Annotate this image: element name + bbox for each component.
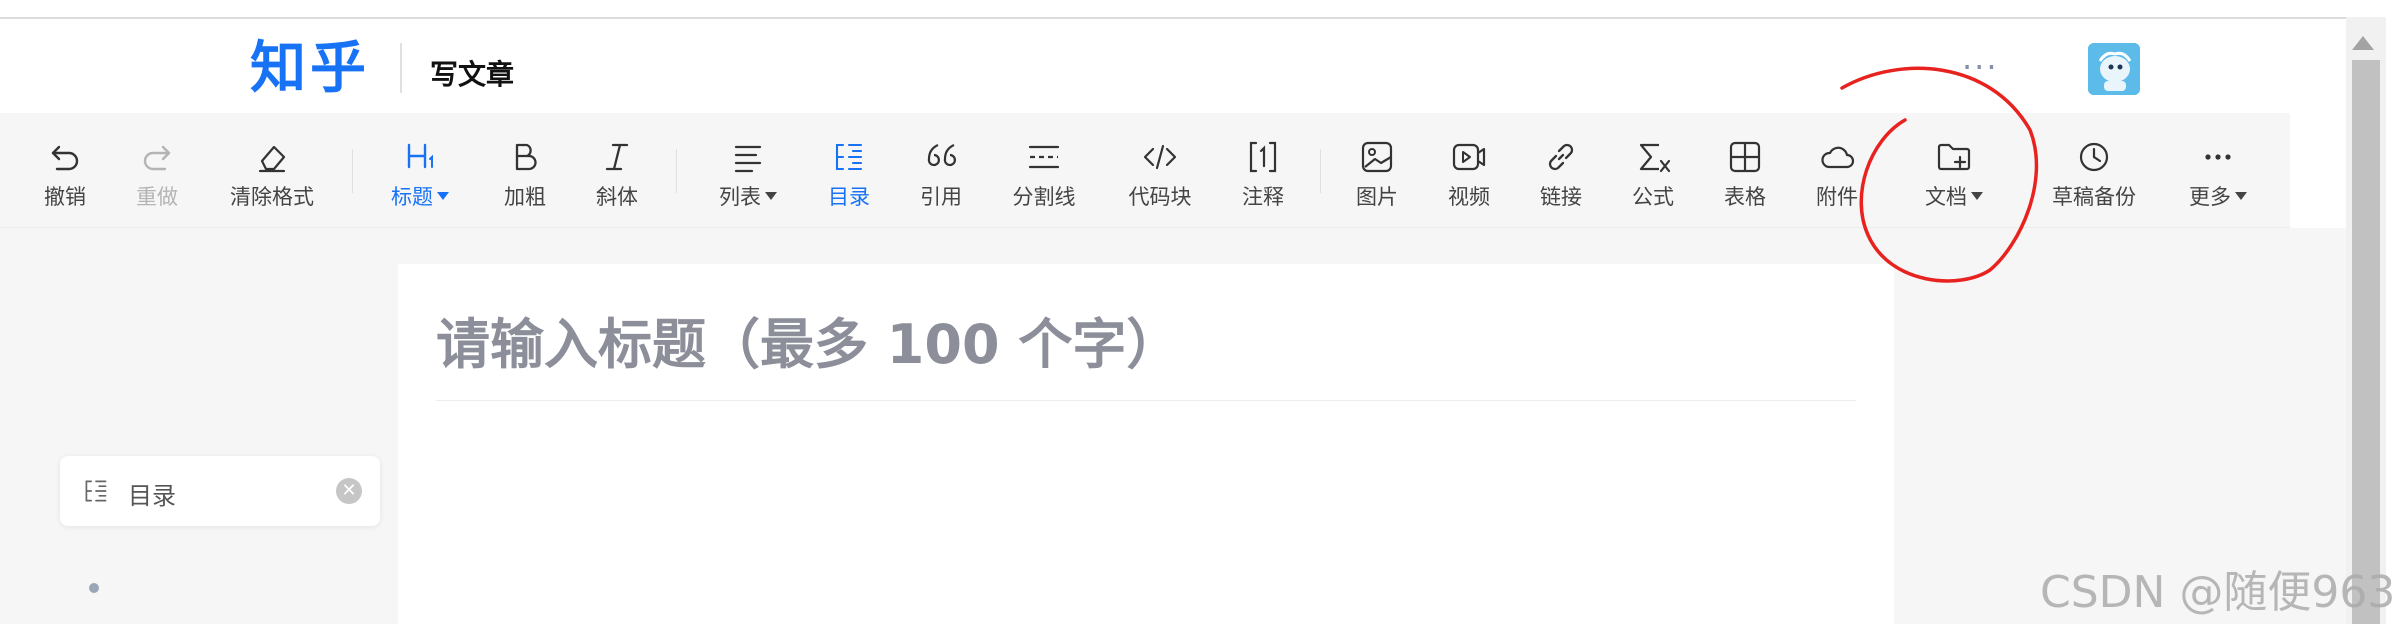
undo-button[interactable]: 撤销 [34, 113, 96, 227]
more-dropdown[interactable]: 更多 [2176, 113, 2260, 227]
quote-icon [927, 143, 956, 167]
list-label-text: 列表 [719, 185, 761, 209]
code-block-label: 代码块 [1128, 185, 1192, 209]
document-label-text: 文档 [1925, 185, 1967, 209]
more-label-text: 更多 [2189, 185, 2231, 209]
draft-backup-label: 草稿备份 [2052, 185, 2136, 209]
footnote-label: 注释 [1242, 185, 1284, 209]
code-icon [1143, 144, 1177, 170]
formula-sigma-icon [1639, 143, 1671, 173]
document-dropdown[interactable]: 文档 [1912, 113, 1996, 227]
toc-label: 目录 [828, 185, 870, 209]
video-icon [1452, 143, 1486, 171]
image-button[interactable]: 图片 [1346, 113, 1408, 227]
bold-button[interactable]: 加粗 [494, 113, 556, 227]
cloud-icon [1821, 146, 1855, 169]
undo-label: 撤销 [44, 185, 86, 209]
toolbar-separator [1320, 149, 1321, 193]
toolbar-separator [352, 149, 353, 193]
folder-plus-icon [1937, 143, 1971, 171]
caret-down-icon [2235, 192, 2247, 200]
watermark: CSDN @随便963 [2040, 567, 2396, 618]
list-label: 列表 [719, 181, 777, 211]
formula-button[interactable]: 公式 [1622, 113, 1684, 227]
attachment-label: 附件 [1816, 185, 1858, 209]
title-input[interactable]: 请输入标题（最多 100 个字） [436, 300, 1180, 379]
link-icon [1548, 143, 1574, 171]
divider-icon [1028, 145, 1060, 169]
video-label: 视频 [1448, 185, 1490, 209]
avatar[interactable] [2088, 43, 2140, 95]
list-dropdown[interactable]: 列表 [706, 113, 790, 227]
draft-backup-button[interactable]: 草稿备份 [2044, 113, 2144, 227]
link-button[interactable]: 链接 [1530, 113, 1592, 227]
undo-icon [51, 145, 79, 171]
attachment-button[interactable]: 附件 [1806, 113, 1868, 227]
quote-button[interactable]: 引用 [910, 113, 972, 227]
editor-toolbar: 撤销 重做 清除格式 标题 加粗 斜体 列表 目录 引用 分割线 代码块 注释 … [0, 113, 2290, 228]
list-icon [734, 145, 762, 173]
toc-button[interactable]: 目录 [818, 113, 880, 227]
link-label: 链接 [1540, 185, 1582, 209]
avatar-image-icon [2088, 43, 2140, 95]
italic-label: 斜体 [596, 185, 638, 209]
formula-label: 公式 [1632, 185, 1674, 209]
video-button[interactable]: 视频 [1438, 113, 1500, 227]
image-icon [1361, 141, 1393, 173]
table-icon [1729, 141, 1761, 173]
quote-label: 引用 [920, 185, 962, 209]
toc-panel[interactable]: 目录 ✕ [60, 456, 380, 526]
code-block-button[interactable]: 代码块 [1118, 113, 1202, 227]
scroll-up-arrow-icon[interactable] [2352, 36, 2374, 50]
redo-icon [143, 145, 171, 171]
zhihu-logo[interactable]: 知乎 [250, 41, 370, 97]
toc-icon [835, 143, 863, 171]
scrollbar-thumb[interactable] [2352, 60, 2380, 624]
document-label: 文档 [1925, 181, 1983, 211]
header-divider [400, 43, 402, 93]
clear-format-button[interactable]: 清除格式 [222, 113, 322, 227]
page-title: 写文章 [430, 58, 515, 91]
caret-down-icon [765, 192, 777, 200]
clock-icon [2079, 142, 2109, 172]
close-icon[interactable]: ✕ [336, 478, 362, 504]
heading-dropdown[interactable]: 标题 [378, 113, 462, 227]
heading-label: 标题 [391, 181, 449, 211]
redo-label: 重做 [136, 185, 178, 209]
toc-icon [85, 480, 107, 502]
italic-icon [605, 143, 629, 171]
header-more-button[interactable]: ··· [1962, 51, 1999, 83]
divider-button[interactable]: 分割线 [1002, 113, 1086, 227]
more-dots-icon [2205, 154, 2231, 160]
bold-icon [515, 143, 537, 171]
editor-area: 请输入标题（最多 100 个字） [398, 264, 1894, 624]
app-header: 知乎 写文章 ··· [0, 19, 2346, 113]
caret-down-icon [1971, 192, 1983, 200]
toc-bullet [89, 583, 99, 593]
toolbar-separator [676, 149, 677, 193]
bold-label: 加粗 [504, 185, 546, 209]
redo-button[interactable]: 重做 [126, 113, 188, 227]
italic-button[interactable]: 斜体 [586, 113, 648, 227]
table-label: 表格 [1724, 185, 1766, 209]
footnote-icon [1249, 141, 1277, 173]
caret-down-icon [437, 192, 449, 200]
heading-label-text: 标题 [391, 185, 433, 209]
more-label: 更多 [2189, 181, 2247, 211]
title-underline [436, 400, 1856, 401]
eraser-icon [258, 145, 286, 173]
clear-format-label: 清除格式 [230, 185, 314, 209]
divider-label: 分割线 [1012, 185, 1076, 209]
image-label: 图片 [1356, 185, 1398, 209]
toc-panel-label: 目录 [128, 482, 176, 510]
heading-h1-icon [407, 143, 433, 169]
footnote-button[interactable]: 注释 [1232, 113, 1294, 227]
table-button[interactable]: 表格 [1714, 113, 1776, 227]
